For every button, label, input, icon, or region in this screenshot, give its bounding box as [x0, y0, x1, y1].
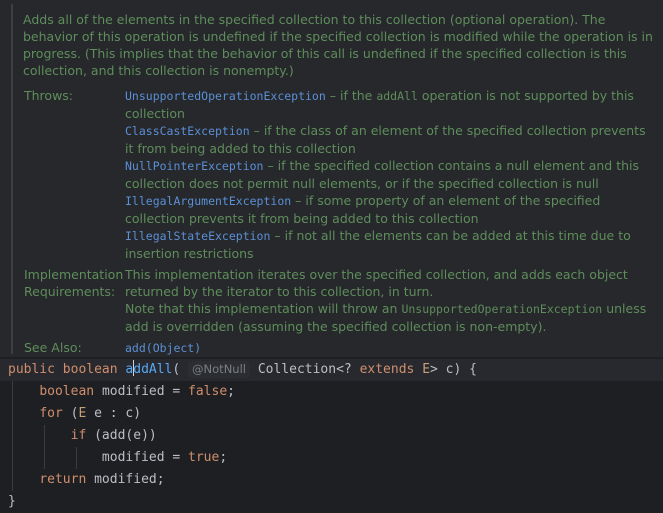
- impl-text: This implementation iterates over the sp…: [125, 267, 628, 299]
- see-also-link[interactable]: add(Object): [125, 341, 201, 355]
- keyword-extends: extends: [359, 362, 415, 377]
- code-text: modified =: [101, 450, 189, 465]
- impl-label: Implementation Requirements:: [24, 266, 124, 300]
- indent-guide: [12, 469, 13, 491]
- impl-content: This implementation iterates over the sp…: [125, 266, 654, 335]
- see-also-label: See Also:: [24, 340, 82, 355]
- throws-item: IllegalStateException – if not all the e…: [125, 227, 654, 262]
- indent-guide: [12, 425, 13, 447]
- inline-code: addAll: [376, 89, 418, 103]
- exception-link[interactable]: ClassCastException: [125, 124, 250, 138]
- exception-link[interactable]: IllegalArgumentException: [125, 194, 291, 208]
- keyword-true: true: [188, 450, 220, 465]
- code-editor[interactable]: public boolean addAll( @NotNull Collecti…: [0, 359, 663, 513]
- code-text: ;: [219, 450, 228, 465]
- doc-tags: Throws: UnsupportedOperationException – …: [24, 87, 654, 357]
- impl-note: Note that this implementation will throw…: [125, 300, 654, 335]
- doc-comment-gutter-bar: [11, 4, 13, 354]
- indent-guide: [44, 425, 45, 447]
- impl-label-line: Implementation: [24, 267, 124, 282]
- closing-brace: }: [8, 494, 16, 509]
- throws-item: ClassCastException – if the class of an …: [125, 122, 654, 157]
- quick-documentation-panel: Adds all of the elements in the specifie…: [0, 0, 663, 357]
- code-text: ;: [227, 384, 235, 399]
- indent-guide: [76, 447, 77, 469]
- code-line-5[interactable]: modified = true;: [0, 447, 663, 469]
- notnull-annotation-hint: @NotNull: [188, 361, 250, 378]
- doc-description: Adds all of the elements in the specifie…: [23, 12, 653, 78]
- code-text: modified;: [86, 472, 165, 487]
- throws-item: IllegalArgumentException – if some prope…: [125, 192, 654, 227]
- throws-section: Throws: UnsupportedOperationException – …: [24, 87, 654, 262]
- code-text: modified =: [101, 384, 189, 399]
- throws-label: Throws:: [24, 88, 74, 103]
- signature-rest: > c) {: [430, 362, 477, 377]
- exception-link[interactable]: UnsupportedOperationException: [125, 89, 326, 103]
- throws-item: UnsupportedOperationException – if the a…: [125, 87, 654, 122]
- paren: (: [172, 362, 181, 377]
- code-line-6[interactable]: return modified;: [0, 469, 663, 491]
- exception-link[interactable]: NullPointerException: [125, 159, 263, 173]
- code-text: (add(e)): [86, 428, 157, 443]
- indent-guide: [12, 403, 13, 425]
- code-line-7[interactable]: }: [0, 491, 663, 513]
- method-name[interactable]: addAll: [125, 360, 173, 377]
- throws-list: UnsupportedOperationException – if the a…: [125, 87, 654, 262]
- code-line-signature[interactable]: public boolean addAll( @NotNull Collecti…: [0, 359, 663, 381]
- type-param-E: E: [422, 362, 431, 377]
- see-also-content: add(Object): [125, 339, 654, 357]
- keyword-boolean: boolean: [39, 384, 95, 399]
- exception-link[interactable]: IllegalStateException: [125, 229, 270, 243]
- see-also-section: See Also: add(Object): [24, 339, 654, 357]
- indent-guide: [12, 381, 13, 403]
- code-line-4[interactable]: if (add(e)): [0, 425, 663, 447]
- keyword-for: for: [39, 406, 63, 421]
- implementation-requirements-section: Implementation Requirements: This implem…: [24, 266, 654, 335]
- keyword-false: false: [188, 384, 228, 399]
- indent-guide: [12, 447, 13, 469]
- impl-note-text: Note that this implementation will throw…: [125, 301, 402, 316]
- keyword-public: public: [8, 362, 55, 377]
- method-name-part: ddAll: [133, 362, 173, 377]
- throws-text: – if the: [325, 88, 377, 103]
- indent-guide: [44, 447, 45, 469]
- keyword-if: if: [70, 428, 87, 443]
- throws-item: NullPointerException – if the specified …: [125, 157, 654, 192]
- keyword-return: return: [39, 472, 87, 487]
- inline-code: UnsupportedOperationException: [401, 302, 603, 316]
- code-text: (: [62, 406, 79, 421]
- code-text: e : c): [86, 406, 142, 421]
- keyword-boolean: boolean: [62, 362, 118, 377]
- impl-label-line: Requirements:: [24, 284, 116, 299]
- param-type: Collection<?: [257, 362, 352, 377]
- code-line-2[interactable]: boolean modified = false;: [0, 381, 663, 403]
- code-line-3[interactable]: for (E e : c): [0, 403, 663, 425]
